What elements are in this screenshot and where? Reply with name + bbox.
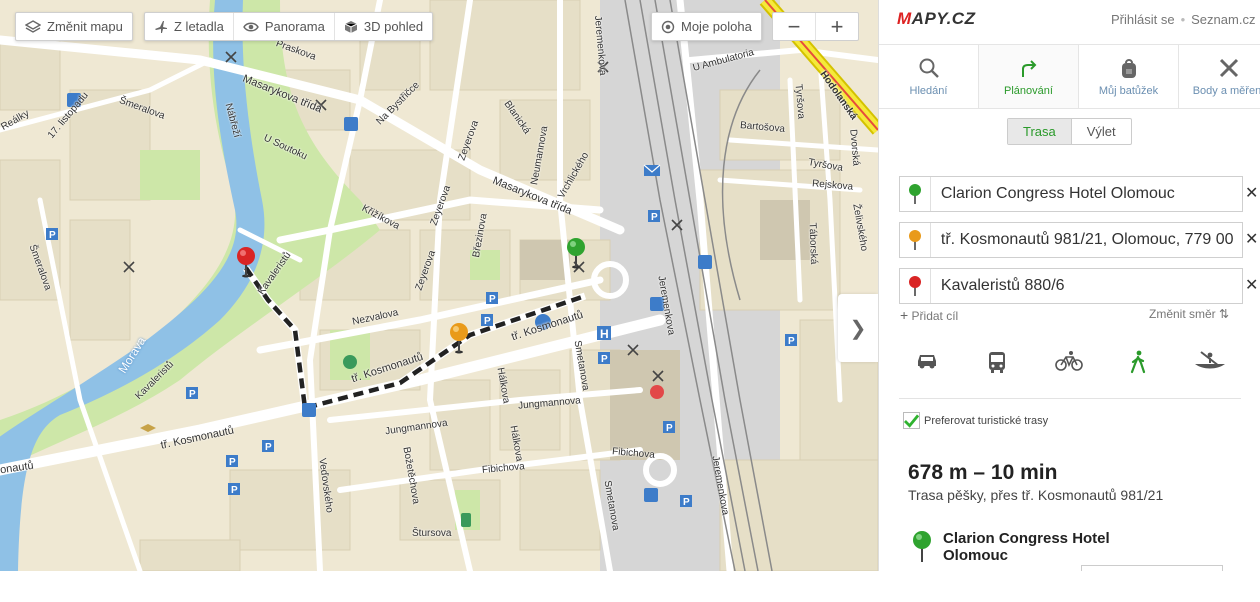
seznam-link[interactable]: Seznam.cz [1191, 12, 1255, 27]
mapy-logo[interactable]: MAPY.CZ [897, 9, 975, 29]
my-location-button[interactable]: Moje poloha [652, 13, 761, 40]
end-pin-icon[interactable] [235, 246, 257, 278]
tab-measure[interactable]: Body a měření [1179, 45, 1260, 108]
zoom-out-button[interactable]: − [773, 13, 816, 40]
route-arrow-icon [1021, 59, 1036, 77]
transport-modes [901, 350, 1241, 379]
search-icon [919, 58, 939, 78]
aerial-button[interactable]: Z letadla [145, 13, 234, 40]
mode-bike-button[interactable] [1055, 350, 1083, 379]
route-description: Trasa pěšky, přes tř. Kosmonautů 981/21 [908, 487, 1164, 503]
start-pin-icon[interactable] [565, 237, 587, 269]
svg-text:P: P [788, 336, 795, 347]
chevron-right-icon: ❯ [849, 317, 867, 340]
tab-search[interactable]: Hledání [879, 45, 979, 108]
mode-walk-button[interactable] [1129, 350, 1147, 379]
svg-text:P: P [49, 230, 56, 241]
walk-icon [1130, 350, 1146, 374]
zoom-control: − + [772, 12, 859, 41]
map-view-toolbar: Z letadla Panorama 3D pohled [144, 12, 434, 41]
svg-text:P: P [601, 354, 608, 365]
ruler-pencil-icon [1219, 58, 1238, 77]
svg-text:H: H [600, 327, 609, 341]
bike-icon [1055, 351, 1083, 371]
reverse-route-link[interactable]: Změnit směr ⇅ [1149, 307, 1229, 321]
remove-end-button[interactable]: ✕ [1245, 275, 1258, 295]
checkmark-icon [904, 413, 919, 428]
svg-text:P: P [231, 485, 238, 496]
trip-segment-button[interactable]: Výlet [1072, 119, 1131, 144]
swap-icon: ⇅ [1219, 307, 1230, 321]
collapse-panel-button[interactable]: ❯ [838, 294, 878, 362]
route-via-input[interactable] [930, 230, 1242, 250]
tab-planning[interactable]: Plánování [979, 45, 1079, 108]
aerial-label: Z letadla [174, 19, 224, 34]
end-pin-icon [908, 276, 921, 296]
svg-text:P: P [683, 497, 690, 508]
canoe-icon [1195, 351, 1225, 369]
main-tabs: Hledání Plánování Můj batůžek Body a měř… [879, 44, 1260, 109]
svg-text:P: P [189, 389, 196, 400]
target-icon [661, 20, 675, 33]
change-map-button[interactable]: Změnit mapu [16, 13, 132, 40]
svg-text:P: P [489, 294, 496, 305]
panorama-button[interactable]: Panorama [234, 13, 335, 40]
bus-icon [989, 352, 1005, 373]
map-base: P P P P P P P P P P P P H [0, 0, 878, 571]
tab-backpack[interactable]: Můj batůžek [1079, 45, 1179, 108]
route-segment-button[interactable]: Trasa [1008, 119, 1072, 144]
cube-icon [344, 20, 358, 33]
svg-text:P: P [666, 423, 673, 434]
divider [899, 398, 1241, 399]
panorama-label: Panorama [264, 19, 325, 34]
start-pin-icon [908, 184, 921, 204]
route-start-row [899, 176, 1243, 212]
svg-text:P: P [229, 457, 236, 468]
route-end-input[interactable] [930, 276, 1242, 296]
location-toolbar: Moje poloha [651, 12, 762, 41]
side-panel: MAPY.CZ Přihlásit se • Seznam.cz Hledání P… [878, 0, 1260, 571]
add-target-link[interactable]: + Přidat cíl [900, 307, 958, 323]
login-link[interactable]: Přihlásit se [1111, 12, 1175, 27]
step-name: Clarion Congress Hotel Olomouc [943, 530, 1110, 564]
3d-view-label: 3D pohled [363, 19, 424, 34]
eye-icon [243, 22, 259, 31]
route-via-row [899, 222, 1243, 258]
mode-car-button[interactable] [915, 350, 939, 379]
zoom-in-button[interactable]: + [816, 13, 858, 40]
remove-via-button[interactable]: ✕ [1245, 229, 1258, 249]
route-type-switch: Trasa Výlet [1007, 118, 1132, 145]
backpack-icon [1121, 58, 1136, 78]
route-end-row [899, 268, 1243, 304]
mode-bus-button[interactable] [985, 350, 1009, 379]
layers-icon [25, 19, 41, 33]
prefer-trails-label: Preferovat turistické trasy [924, 414, 1049, 427]
change-map-label: Změnit mapu [47, 19, 123, 34]
mode-boat-button[interactable] [1193, 350, 1227, 379]
map-type-toolbar: Změnit mapu [15, 12, 133, 41]
3d-view-button[interactable]: 3D pohled [335, 13, 432, 40]
step-detail-box [1081, 565, 1223, 571]
start-pin-icon [913, 531, 931, 562]
via-pin-icon [908, 230, 921, 250]
via-pin-icon[interactable] [448, 322, 470, 354]
route-summary: 678 m – 10 min [908, 461, 1058, 484]
route-step[interactable]: Clarion Congress Hotel Olomouc [911, 530, 1133, 564]
map-canvas[interactable]: P P P P P P P P P P P P H Praskova Masar… [0, 0, 878, 571]
airplane-icon [155, 20, 167, 33]
car-icon [918, 355, 936, 369]
my-location-label: Moje poloha [681, 19, 752, 34]
route-start-input[interactable] [930, 184, 1242, 204]
svg-text:P: P [484, 316, 491, 327]
remove-start-button[interactable]: ✕ [1245, 183, 1258, 203]
svg-text:P: P [265, 442, 272, 453]
top-nav: Přihlásit se • Seznam.cz [1111, 12, 1256, 27]
prefer-trails-checkbox[interactable]: Preferovat turistické trasy [903, 412, 1048, 429]
svg-text:P: P [651, 212, 658, 223]
